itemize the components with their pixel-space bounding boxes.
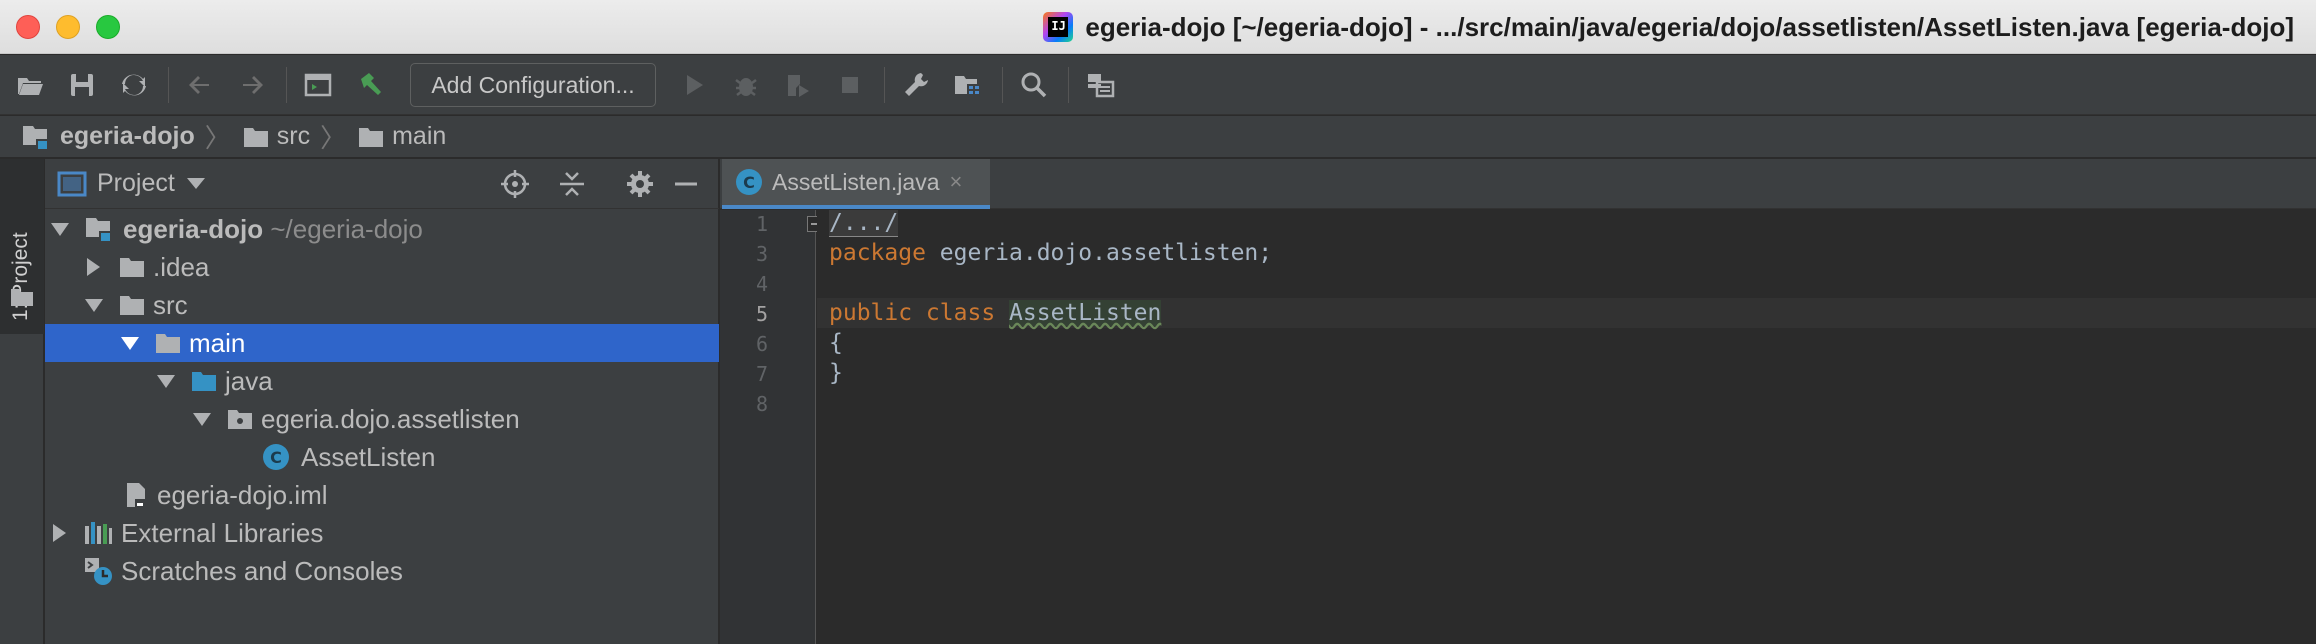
intellij-app-icon: IJ bbox=[1043, 12, 1074, 42]
tree-item-assetlisten-class[interactable]: C AssetListen bbox=[45, 438, 719, 476]
editor-gutter: 1 3 4 5 6 7 8 bbox=[720, 210, 816, 644]
folder-icon bbox=[11, 289, 33, 306]
java-class-icon: C bbox=[736, 169, 762, 195]
chevron-down-icon[interactable] bbox=[157, 374, 175, 388]
line-number: 4 bbox=[755, 272, 768, 296]
line-number: 8 bbox=[755, 392, 768, 416]
collapse-all-icon[interactable] bbox=[557, 169, 587, 199]
main-toolbar: Add Configuration... bbox=[0, 55, 2316, 115]
gear-icon[interactable] bbox=[625, 169, 655, 199]
editor-tab-bar: C AssetListen.java × bbox=[720, 159, 2316, 209]
run-window-icon[interactable] bbox=[302, 69, 334, 101]
minimize-panel-icon[interactable] bbox=[671, 169, 701, 199]
module-file-icon bbox=[127, 483, 145, 507]
tool-window-strip: 1: Project bbox=[0, 159, 44, 644]
java-class-icon: C bbox=[263, 444, 289, 470]
line-number: 7 bbox=[755, 362, 768, 386]
add-configuration-button[interactable]: Add Configuration... bbox=[410, 63, 656, 107]
chevron-right-icon[interactable] bbox=[53, 524, 66, 542]
tree-item-external-libraries[interactable]: External Libraries bbox=[45, 514, 719, 552]
breadcrumb: egeria-dojo 〉 src 〉 main bbox=[0, 116, 2316, 158]
sync-icon[interactable] bbox=[118, 69, 150, 101]
tree-item-java[interactable]: java bbox=[45, 362, 719, 400]
breadcrumb-item-main[interactable]: main bbox=[358, 122, 446, 151]
chevron-down-icon[interactable] bbox=[85, 298, 103, 312]
code-line-6: { bbox=[829, 330, 843, 356]
code-line-5: public class AssetListen bbox=[829, 300, 1162, 326]
zoom-window-button[interactable] bbox=[96, 15, 120, 39]
folded-imports[interactable]: /.../ bbox=[829, 210, 899, 237]
run-icon[interactable] bbox=[678, 69, 710, 101]
minimize-window-button[interactable] bbox=[56, 15, 80, 39]
window-title: egeria-dojo [~/egeria-dojo] - .../src/ma… bbox=[1085, 11, 2294, 42]
breadcrumb-separator: 〉 bbox=[204, 123, 231, 153]
forward-icon[interactable] bbox=[236, 69, 268, 101]
folder-icon bbox=[156, 334, 180, 353]
stop-icon[interactable] bbox=[834, 69, 866, 101]
code-line-3: package egeria.dojo.assetlisten; bbox=[829, 240, 1273, 266]
save-icon[interactable] bbox=[66, 69, 98, 101]
project-view-selector[interactable]: Project bbox=[57, 169, 205, 198]
open-icon[interactable] bbox=[14, 69, 46, 101]
breadcrumb-item-src[interactable]: src bbox=[243, 122, 310, 151]
folder-icon bbox=[359, 127, 384, 147]
breadcrumb-separator: 〉 bbox=[320, 123, 347, 153]
build-hammer-icon[interactable] bbox=[354, 69, 386, 101]
folder-icon bbox=[243, 127, 268, 147]
chevron-down-icon[interactable] bbox=[51, 222, 69, 236]
code-line-7: } bbox=[829, 360, 843, 386]
libraries-icon bbox=[85, 522, 112, 544]
package-icon bbox=[228, 410, 252, 429]
project-panel-header: Project bbox=[45, 159, 719, 209]
chevron-right-icon[interactable] bbox=[87, 258, 100, 276]
editor-tab-assetlisten[interactable]: C AssetListen.java × bbox=[722, 159, 990, 209]
sdk-icon[interactable] bbox=[1084, 69, 1116, 101]
line-number: 5 bbox=[755, 302, 768, 326]
project-view-icon bbox=[57, 171, 87, 196]
tree-item-src[interactable]: src bbox=[45, 286, 719, 324]
tree-item-egeria-dojo[interactable]: egeria-dojo ~/egeria-dojo bbox=[45, 210, 719, 248]
close-window-button[interactable] bbox=[16, 15, 40, 39]
chevron-down-icon bbox=[186, 178, 205, 189]
search-icon[interactable] bbox=[1018, 69, 1050, 101]
chevron-down-icon[interactable] bbox=[121, 336, 139, 350]
project-panel: Project egeria-dojo ~/egeria-dojo .idea … bbox=[45, 159, 719, 644]
debug-icon[interactable] bbox=[730, 69, 762, 101]
line-number: 3 bbox=[755, 242, 768, 266]
tree-item-scratches[interactable]: Scratches and Consoles bbox=[45, 552, 719, 590]
scratches-icon bbox=[85, 558, 112, 585]
project-structure-icon[interactable] bbox=[952, 69, 984, 101]
tree-item-package[interactable]: egeria.dojo.assetlisten bbox=[45, 400, 719, 438]
module-icon bbox=[23, 125, 48, 150]
tree-item-main[interactable]: main bbox=[45, 324, 719, 362]
locate-target-icon[interactable] bbox=[500, 169, 530, 199]
code-editor[interactable]: /.../ package egeria.dojo.assetlisten; p… bbox=[817, 210, 2316, 644]
project-tool-tab[interactable]: 1: Project bbox=[0, 159, 44, 334]
back-icon[interactable] bbox=[184, 69, 216, 101]
line-number: 1 bbox=[755, 212, 768, 236]
class-name-token[interactable]: AssetListen bbox=[1009, 300, 1162, 326]
folder-icon bbox=[120, 258, 144, 277]
module-icon bbox=[86, 218, 111, 242]
close-icon[interactable]: × bbox=[949, 169, 962, 195]
line-number: 6 bbox=[755, 332, 768, 356]
chevron-down-icon[interactable] bbox=[193, 412, 211, 426]
tree-item-iml[interactable]: egeria-dojo.iml bbox=[45, 476, 719, 514]
source-folder-icon bbox=[192, 372, 216, 391]
code-line-1: /.../ bbox=[829, 210, 899, 237]
coverage-icon[interactable] bbox=[782, 69, 814, 101]
breadcrumb-item-egeria-dojo[interactable]: egeria-dojo bbox=[22, 122, 195, 151]
settings-wrench-icon[interactable] bbox=[900, 69, 932, 101]
folder-icon bbox=[120, 296, 144, 315]
title-bar: IJ egeria-dojo [~/egeria-dojo] - .../src… bbox=[0, 0, 2316, 54]
tree-item-idea[interactable]: .idea bbox=[45, 248, 719, 286]
